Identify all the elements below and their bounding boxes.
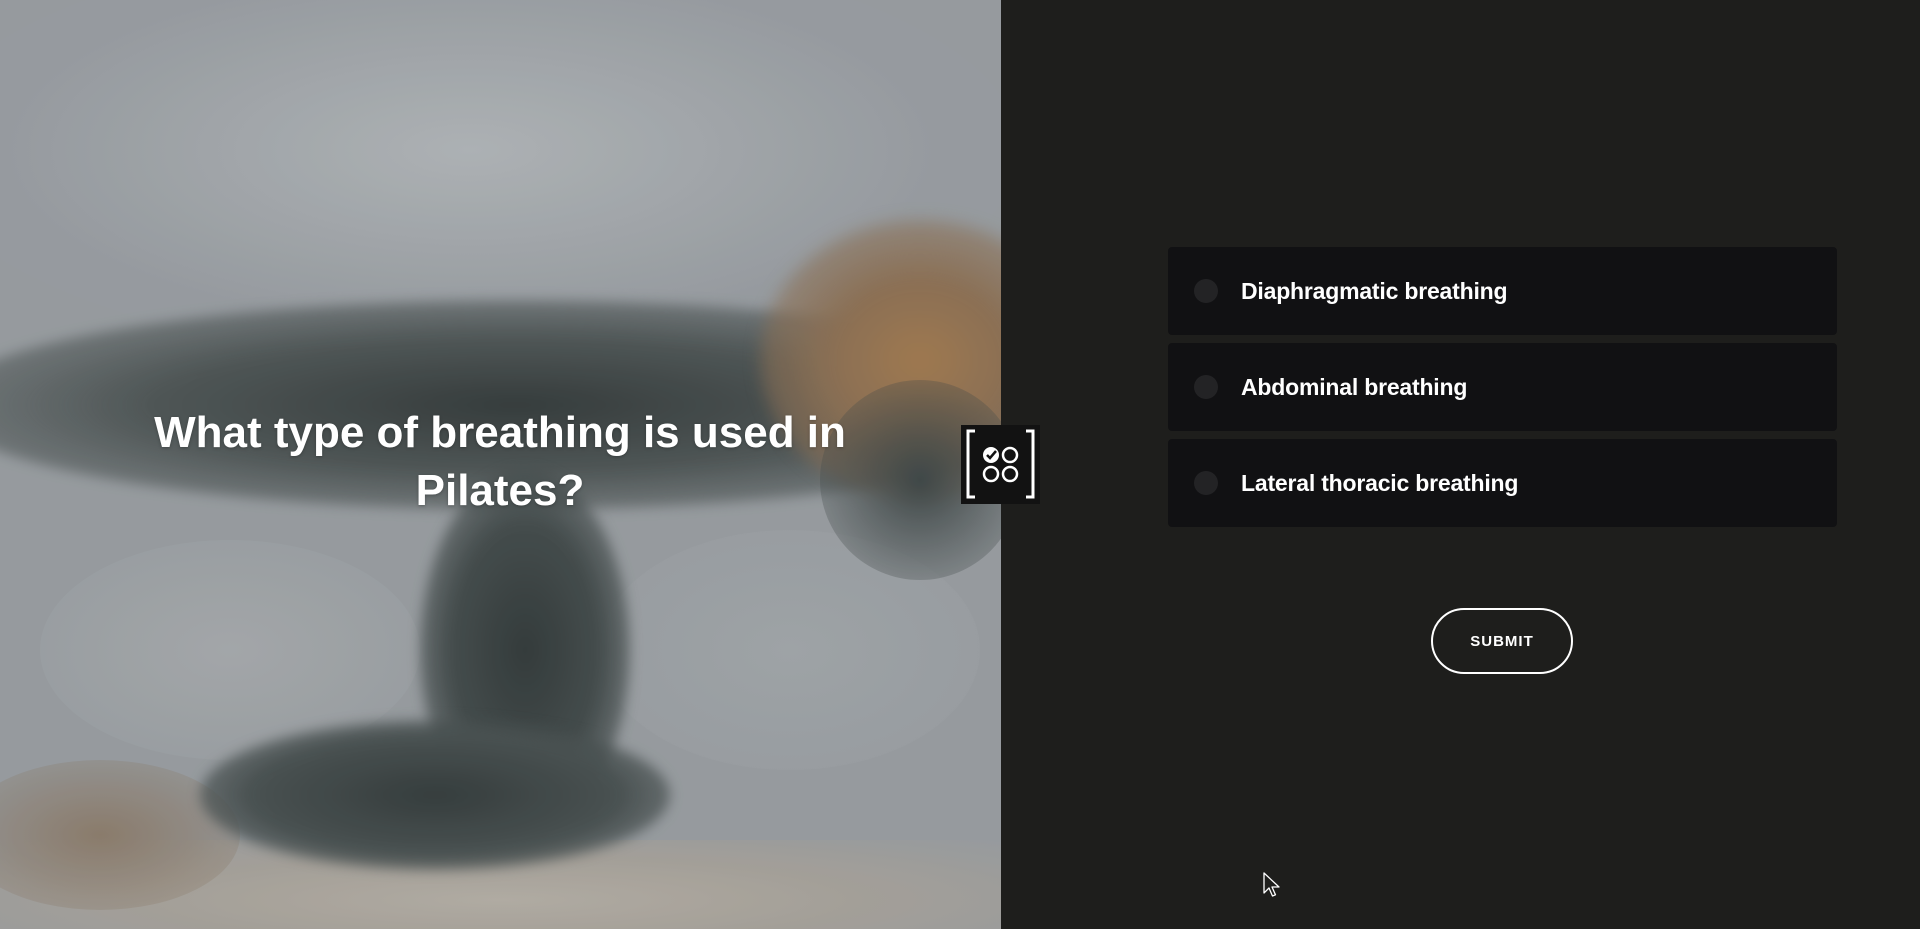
answer-option-label: Lateral thoracic breathing [1241, 470, 1519, 496]
radio-button[interactable] [1194, 279, 1218, 303]
question-text: What type of breathing is used in Pilate… [154, 408, 846, 515]
radio-button[interactable] [1194, 471, 1218, 495]
answer-option-diaphragmatic[interactable]: Diaphragmatic breathing [1168, 247, 1837, 335]
question-background-photo: What type of breathing is used in Pilate… [0, 0, 1001, 929]
radio-button[interactable] [1194, 375, 1218, 399]
quiz-multiple-choice-icon [966, 429, 1035, 499]
answer-option-label: Abdominal breathing [1241, 374, 1468, 400]
mouse-pointer-icon [1263, 872, 1280, 897]
answer-option-abdominal[interactable]: Abdominal breathing [1168, 343, 1837, 431]
answer-option-lateral-thoracic[interactable]: Lateral thoracic breathing [1168, 439, 1837, 527]
quiz-type-badge [961, 425, 1040, 504]
answer-option-label: Diaphragmatic breathing [1241, 278, 1508, 304]
answer-options: Diaphragmatic breathing Abdominal breath… [1168, 247, 1837, 535]
quiz-screen: What type of breathing is used in Pilate… [0, 0, 1920, 929]
submit-button[interactable]: SUBMIT [1431, 608, 1573, 674]
